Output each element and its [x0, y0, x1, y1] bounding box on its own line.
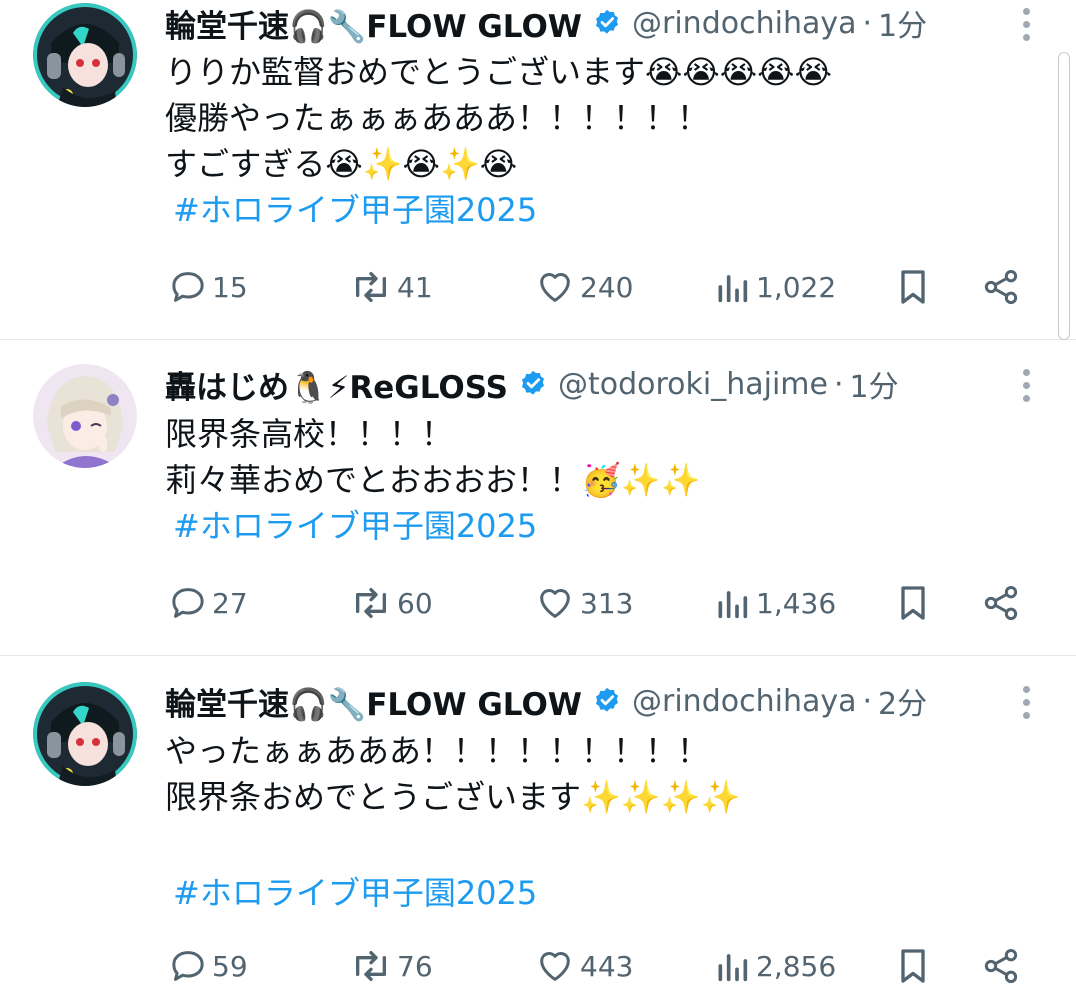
reply-button[interactable]: 15 [168, 262, 248, 312]
tweet-text: やったぁぁあああ！！！！！！！！！ 限界条おめでとうございます✨✨✨✨ #ホロラ… [165, 728, 740, 916]
more-icon[interactable] [1018, 5, 1034, 45]
tweet[interactable]: 輪堂千速🎧🔧FLOW GLOW @rindochihaya · 2分 やったぁぁ… [0, 656, 1076, 1007]
tweet-text-line: りりか監督おめでとうございます😭😭😭😭😭 [165, 53, 832, 91]
repost-count: 41 [397, 270, 433, 304]
tweet-text-line: 限界条高校！！！！ [165, 415, 454, 453]
tweet[interactable]: 輪堂千速🎧🔧FLOW GLOW @rindochihaya · 1分 りりか監督… [0, 0, 1076, 340]
avatar[interactable] [33, 3, 137, 107]
verified-badge-icon [518, 369, 548, 399]
repost-icon [355, 272, 386, 302]
heart-icon [540, 273, 570, 302]
repost-button[interactable]: 60 [349, 578, 433, 628]
action-bar: 27 60 313 1,436 [0, 578, 1076, 628]
tweet-text-line: やったぁぁあああ！！！！！！！！！ [165, 732, 710, 770]
views-icon [718, 591, 748, 619]
share-icon [984, 270, 1018, 304]
separator-dot: · [833, 366, 844, 402]
verified-badge-icon [592, 686, 622, 716]
tweet-text-line: 優勝やったぁぁぁあああ！！！！！！ [165, 99, 710, 137]
repost-icon [355, 951, 386, 981]
tweet-text: 限界条高校！！！！ 莉々華おめでとおおおお！！🥳✨✨ #ホロライブ甲子園2025 [165, 411, 701, 549]
tweet-text: りりか監督おめでとうございます😭😭😭😭😭 優勝やったぁぁぁあああ！！！！！！ す… [165, 49, 832, 233]
reply-count: 59 [212, 949, 248, 983]
views-count: 1,436 [756, 586, 837, 620]
tweet[interactable]: 轟はじめ🐧⚡ReGLOSS @todoroki_hajime · 1分 限界条高… [0, 340, 1076, 656]
views-count: 2,856 [756, 949, 837, 983]
reply-icon [172, 272, 204, 302]
more-icon[interactable] [1018, 683, 1034, 723]
heart-icon [540, 589, 570, 618]
like-button[interactable]: 313 [534, 578, 633, 628]
timestamp[interactable]: 1分 [850, 362, 899, 406]
action-bar: 15 41 240 1,022 [0, 262, 1076, 312]
avatar[interactable] [33, 682, 137, 786]
views-button[interactable]: 1,022 [712, 262, 836, 312]
bookmark-icon [901, 270, 925, 304]
like-count: 443 [580, 949, 634, 983]
reply-button[interactable]: 59 [168, 941, 248, 991]
like-count: 240 [580, 270, 634, 304]
views-icon [718, 275, 748, 303]
repost-icon [355, 588, 386, 618]
share-icon [984, 949, 1018, 983]
share-button[interactable] [980, 578, 1026, 628]
bookmark-icon [901, 949, 925, 983]
tweet-text-line [165, 820, 740, 866]
author-handle[interactable]: @rindochihaya [632, 684, 856, 719]
share-icon [984, 586, 1018, 620]
reply-count: 15 [212, 270, 248, 304]
tweet-header: 轟はじめ🐧⚡ReGLOSS @todoroki_hajime · 1分 [165, 361, 899, 407]
tweet-text-line: 限界条おめでとうございます✨✨✨✨ [165, 778, 741, 816]
repost-button[interactable]: 41 [349, 262, 433, 312]
author-handle[interactable]: @rindochihaya [632, 6, 856, 41]
tweet-header: 輪堂千速🎧🔧FLOW GLOW @rindochihaya · 1分 [165, 0, 927, 46]
hashtag-link[interactable]: #ホロライブ甲子園2025 [165, 870, 740, 916]
heart-icon [540, 952, 570, 981]
bookmark-icon [901, 586, 925, 620]
like-button[interactable]: 443 [534, 941, 633, 991]
timestamp[interactable]: 2分 [878, 679, 927, 723]
scrollbar[interactable] [1058, 52, 1070, 340]
action-bar: 59 76 443 2,856 [0, 941, 1076, 991]
reply-count: 27 [212, 586, 248, 620]
bookmark-button[interactable] [893, 578, 937, 628]
timestamp[interactable]: 1分 [878, 1, 927, 45]
like-button[interactable]: 240 [534, 262, 633, 312]
tweet-header: 輪堂千速🎧🔧FLOW GLOW @rindochihaya · 2分 [165, 678, 927, 724]
separator-dot: · [862, 683, 873, 719]
tweet-text-line: すごすぎる😭✨😭✨😭 [165, 145, 518, 183]
views-button[interactable]: 2,856 [712, 941, 836, 991]
author-name[interactable]: 輪堂千速🎧🔧FLOW GLOW [165, 679, 582, 724]
views-button[interactable]: 1,436 [712, 578, 836, 628]
author-name[interactable]: 轟はじめ🐧⚡ReGLOSS [165, 362, 508, 407]
tweet-text-line: 莉々華おめでとおおおお！！🥳✨✨ [165, 461, 701, 499]
bookmark-button[interactable] [893, 262, 937, 312]
views-icon [718, 954, 748, 982]
separator-dot: · [862, 5, 873, 41]
repost-count: 76 [397, 949, 433, 983]
hashtag-link[interactable]: #ホロライブ甲子園2025 [165, 503, 701, 549]
verified-badge-icon [592, 8, 622, 38]
share-button[interactable] [980, 941, 1026, 991]
repost-button[interactable]: 76 [349, 941, 433, 991]
more-icon[interactable] [1018, 366, 1034, 406]
hashtag-link[interactable]: #ホロライブ甲子園2025 [165, 187, 832, 233]
reply-icon [172, 588, 204, 618]
timeline-feed: 輪堂千速🎧🔧FLOW GLOW @rindochihaya · 1分 りりか監督… [0, 0, 1076, 1007]
reply-icon [172, 951, 204, 981]
author-handle[interactable]: @todoroki_hajime [558, 367, 828, 402]
views-count: 1,022 [756, 270, 837, 304]
author-name[interactable]: 輪堂千速🎧🔧FLOW GLOW [165, 1, 582, 46]
repost-count: 60 [397, 586, 433, 620]
reply-button[interactable]: 27 [168, 578, 248, 628]
bookmark-button[interactable] [893, 941, 937, 991]
avatar[interactable] [33, 364, 137, 468]
share-button[interactable] [980, 262, 1026, 312]
like-count: 313 [580, 586, 634, 620]
